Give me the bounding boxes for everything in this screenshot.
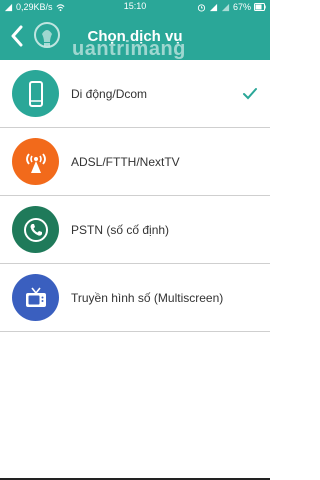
service-item-tv[interactable]: Truyền hình số (Multiscreen) — [0, 264, 270, 332]
mobile-phone-icon — [28, 80, 43, 107]
tv-icon — [25, 287, 46, 307]
watermark-text: uantrimang — [72, 38, 186, 60]
service-label: PSTN (số cố định) — [71, 222, 170, 237]
service-label: Di động/Dcom — [71, 86, 148, 101]
service-label: ADSL/FTTH/NextTV — [71, 154, 180, 169]
status-bar: 0,29KB/s 15:10 67% — [0, 0, 270, 14]
service-item-mobile[interactable]: Di động/Dcom — [0, 60, 270, 128]
service-item-adsl[interactable]: ADSL/FTTH/NextTV — [0, 128, 270, 196]
service-icon-circle — [12, 206, 59, 253]
service-icon-circle — [12, 138, 59, 185]
landline-phone-icon — [23, 217, 48, 242]
app-header: Chọn dịch vụ uantrimang — [0, 14, 270, 60]
antenna-icon — [25, 152, 46, 173]
status-time: 15:10 — [123, 1, 147, 11]
service-list: Di động/Dcom ADSL/FTTH/NextTV PSTN (số c… — [0, 60, 270, 332]
service-icon-circle — [12, 70, 59, 117]
service-label: Truyền hình số (Multiscreen) — [71, 290, 224, 305]
checkmark-icon — [243, 87, 257, 99]
service-icon-circle — [12, 274, 59, 321]
service-item-pstn[interactable]: PSTN (số cố định) — [0, 196, 270, 264]
